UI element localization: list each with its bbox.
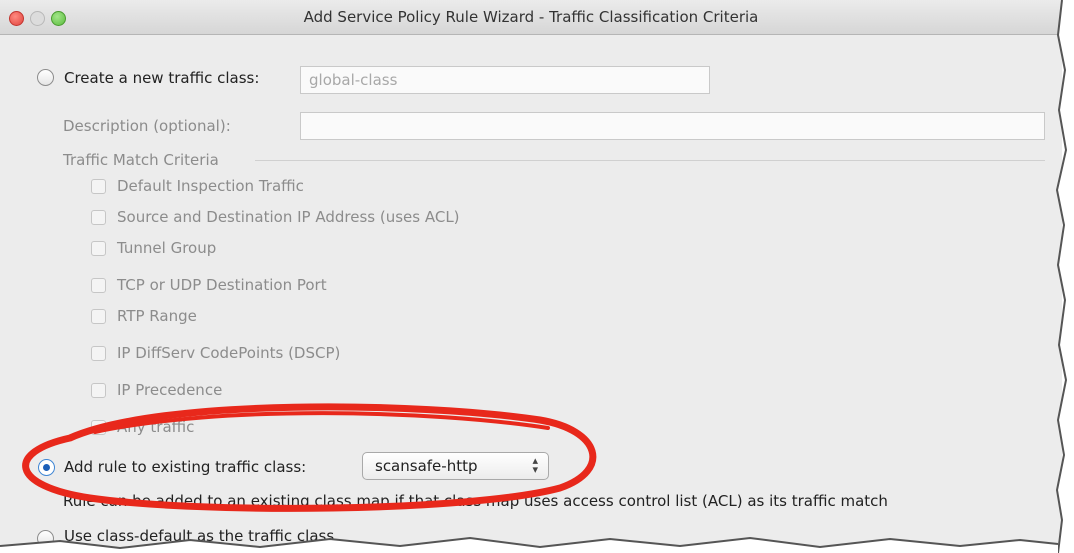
label-dscp: IP DiffServ CodePoints (DSCP) <box>117 344 341 362</box>
class-name-input[interactable]: global-class <box>300 66 710 94</box>
checkbox-ip-precedence[interactable] <box>91 383 106 398</box>
create-class-radio[interactable] <box>37 69 54 86</box>
class-default-label: Use class-default as the traffic class. <box>64 527 339 545</box>
description-input[interactable] <box>300 112 1045 140</box>
checkbox-tcp-udp-port[interactable] <box>91 278 106 293</box>
label-ip-precedence: IP Precedence <box>117 381 223 399</box>
checkbox-any-traffic[interactable] <box>91 420 106 435</box>
checkbox-source-destination-ip[interactable] <box>91 210 106 225</box>
wizard-window: Add Service Policy Rule Wizard - Traffic… <box>0 0 1062 553</box>
label-source-destination-ip: Source and Destination IP Address (uses … <box>117 208 460 226</box>
checkbox-dscp[interactable] <box>91 346 106 361</box>
match-criteria-heading: Traffic Match Criteria <box>63 151 219 169</box>
class-default-radio[interactable] <box>37 530 54 547</box>
existing-class-selected: scansafe-http <box>375 457 478 475</box>
create-class-label: Create a new traffic class: <box>64 69 260 87</box>
existing-class-note: Rule can be added to an existing class m… <box>63 492 888 510</box>
updown-arrows-icon: ▴ ▾ <box>532 454 538 476</box>
existing-class-label: Add rule to existing traffic class: <box>64 458 307 476</box>
window-title: Add Service Policy Rule Wizard - Traffic… <box>303 8 759 26</box>
label-rtp-range: RTP Range <box>117 307 197 325</box>
existing-class-select[interactable]: scansafe-http ▴ ▾ <box>362 452 549 480</box>
checkbox-default-inspection[interactable] <box>91 179 106 194</box>
label-any-traffic: Any traffic <box>117 418 195 436</box>
label-tunnel-group: Tunnel Group <box>117 239 217 257</box>
description-label: Description (optional): <box>63 117 231 135</box>
label-tcp-udp-port: TCP or UDP Destination Port <box>117 276 327 294</box>
title-bar: Add Service Policy Rule Wizard - Traffic… <box>0 0 1062 35</box>
heading-divider <box>255 160 1045 161</box>
checkbox-tunnel-group[interactable] <box>91 241 106 256</box>
label-default-inspection: Default Inspection Traffic <box>117 177 304 195</box>
checkbox-rtp-range[interactable] <box>91 309 106 324</box>
existing-class-radio[interactable] <box>38 459 55 476</box>
